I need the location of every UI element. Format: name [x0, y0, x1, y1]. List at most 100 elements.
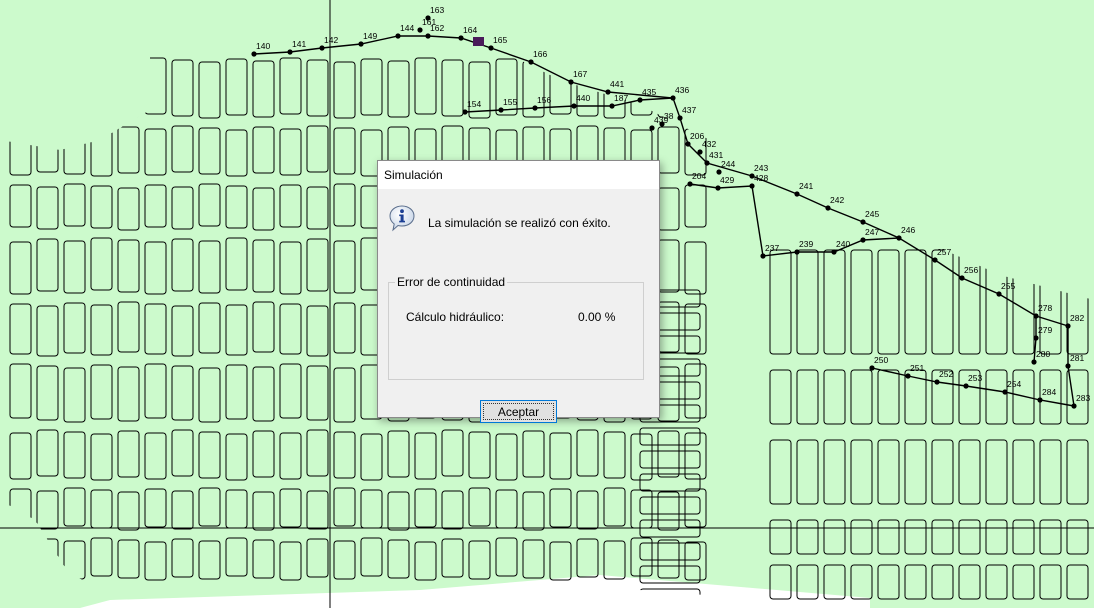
- junction-node: [831, 249, 837, 255]
- junction-label: 149: [363, 31, 377, 41]
- junction-label: 165: [493, 35, 507, 45]
- info-icon: [389, 205, 415, 232]
- junction-label: 279: [1038, 325, 1052, 335]
- accept-button[interactable]: Aceptar: [480, 400, 557, 423]
- junction-node: [896, 235, 902, 241]
- junction-node: [649, 125, 655, 131]
- junction-node: [1033, 313, 1039, 319]
- junction-node: [1071, 403, 1077, 409]
- dialog-titlebar[interactable]: Simulación: [378, 161, 659, 189]
- junction-label: 167: [573, 69, 587, 79]
- junction-node: [488, 45, 494, 51]
- junction-label: 432: [702, 139, 716, 149]
- junction-label: 156: [537, 95, 551, 105]
- junction-node: [685, 141, 691, 147]
- junction-label: 281: [1070, 353, 1084, 363]
- junction-label: 142: [324, 35, 338, 45]
- junction-label: 240: [836, 239, 850, 249]
- junction-node: [794, 191, 800, 197]
- junction-label: 237: [765, 243, 779, 253]
- junction-label: 154: [467, 99, 481, 109]
- junction-node: [749, 183, 755, 189]
- junction-label: 257: [937, 247, 951, 257]
- junction-node: [716, 169, 722, 175]
- junction-node: [670, 95, 676, 101]
- junction-label: 244: [721, 159, 735, 169]
- junction-label: 141: [292, 39, 306, 49]
- junction-label: 278: [1038, 303, 1052, 313]
- hydraulic-calc-label: Cálculo hidráulico:: [406, 310, 505, 324]
- junction-label: 255: [1001, 281, 1015, 291]
- junction-label: 163: [430, 5, 444, 15]
- junction-label: 254: [1007, 379, 1021, 389]
- junction-node: [417, 27, 423, 33]
- junction-node: [760, 253, 766, 259]
- junction-label: 435: [642, 87, 656, 97]
- junction-node: [528, 59, 534, 65]
- junction-label: 247: [865, 227, 879, 237]
- junction-label: 253: [968, 373, 982, 383]
- network-map-viewport[interactable]: 163 161 144 162 164 165 140 141 142 149 166 167 441 4…: [0, 0, 1094, 608]
- junction-node: [659, 121, 665, 127]
- junction-label: 144: [400, 23, 414, 33]
- junction-node: [1031, 359, 1037, 365]
- continuity-error-legend: Error de continuidad: [395, 275, 508, 289]
- junction-label: 166: [533, 49, 547, 59]
- junction-label: 283: [1076, 393, 1090, 403]
- junction-label: 437: [682, 105, 696, 115]
- junction-node: [251, 51, 257, 57]
- junction-label: 187: [614, 93, 628, 103]
- junction-label: 140: [256, 41, 270, 51]
- junction-node: [715, 185, 721, 191]
- junction-node: [860, 219, 866, 225]
- junction-node: [462, 109, 468, 115]
- junction-node: [687, 181, 693, 187]
- dialog-message: La simulación se realizó con éxito.: [428, 216, 611, 230]
- junction-node: [605, 89, 611, 95]
- junction-node: [637, 97, 643, 103]
- junction-node: [571, 103, 577, 109]
- junction-node: [609, 103, 615, 109]
- junction-node: [358, 41, 364, 47]
- junction-node: [905, 373, 911, 379]
- junction-label: 250: [874, 355, 888, 365]
- junction-node: [869, 365, 875, 371]
- junction-node: [532, 105, 538, 111]
- junction-node: [287, 49, 293, 55]
- junction-label: 256: [964, 265, 978, 275]
- junction-label: 38: [664, 111, 674, 121]
- junction-node: [963, 383, 969, 389]
- junction-label: 429: [720, 175, 734, 185]
- junction-node: [1065, 363, 1071, 369]
- junction-label: 428: [754, 173, 768, 183]
- junction-label: 282: [1070, 313, 1084, 323]
- junction-node: [825, 205, 831, 211]
- junction-node: [794, 249, 800, 255]
- junction-label: 441: [610, 79, 624, 89]
- junction-label: 246: [901, 225, 915, 235]
- junction-label: 251: [910, 363, 924, 373]
- junction-node: [395, 33, 401, 39]
- junction-label: 252: [939, 369, 953, 379]
- junction-node: [959, 275, 965, 281]
- junction-node: [458, 35, 464, 41]
- junction-label: 245: [865, 209, 879, 219]
- dialog-title: Simulación: [384, 168, 443, 182]
- junction-label: 242: [830, 195, 844, 205]
- junction-label: 164: [463, 25, 477, 35]
- continuity-error-group: Error de continuidad Cálculo hidráulico:…: [388, 275, 644, 380]
- junction-node: [932, 257, 938, 263]
- junction-node: [1037, 397, 1043, 403]
- simulation-dialog: Simulación La simulación se realizó con …: [377, 160, 660, 423]
- junction-label: 241: [799, 181, 813, 191]
- junction-node: [1033, 335, 1039, 341]
- dialog-body: La simulación se realizó con éxito. Erro…: [378, 189, 659, 423]
- junction-label: 239: [799, 239, 813, 249]
- junction-node: [319, 45, 325, 51]
- hydraulic-calc-value: 0.00 %: [578, 310, 616, 324]
- junction-label: 204: [692, 171, 706, 181]
- selected-node-marker: [473, 37, 484, 46]
- junction-label: 280: [1036, 349, 1050, 359]
- junction-node: [498, 107, 504, 113]
- junction-label: 243: [754, 163, 768, 173]
